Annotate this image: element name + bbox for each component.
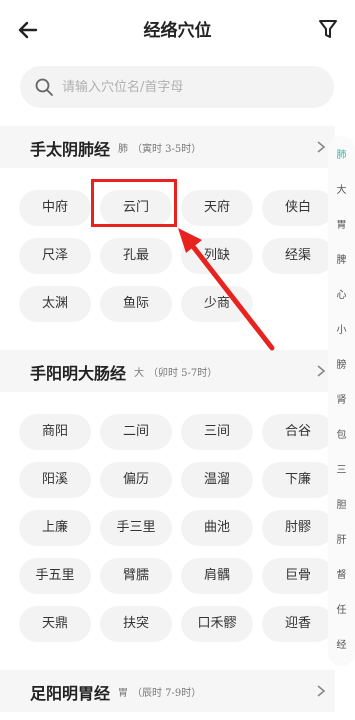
point-chip[interactable]: 经渠 bbox=[262, 238, 334, 274]
point-chip[interactable]: 扶突 bbox=[100, 606, 172, 642]
index-item[interactable]: 包 bbox=[328, 426, 355, 441]
index-item[interactable]: 胃 bbox=[328, 216, 355, 231]
point-chip[interactable]: 侠白 bbox=[262, 190, 334, 226]
point-chip[interactable]: 巨骨 bbox=[262, 558, 334, 594]
point-chip[interactable]: 合谷 bbox=[262, 414, 334, 450]
point-chip[interactable]: 温溜 bbox=[181, 462, 253, 498]
index-item[interactable]: 经 bbox=[328, 636, 355, 651]
index-item[interactable]: 膀 bbox=[328, 356, 355, 371]
section-short: 肺 bbox=[118, 144, 128, 155]
chevron-right-icon bbox=[317, 365, 326, 377]
point-chip[interactable]: 三间 bbox=[181, 414, 253, 450]
index-item[interactable]: 大 bbox=[328, 181, 355, 196]
point-chip[interactable]: 列缺 bbox=[181, 238, 253, 274]
section-title: 足阳明胃经 bbox=[30, 684, 111, 703]
point-chip[interactable]: 手三里 bbox=[100, 510, 172, 546]
index-item[interactable]: 心 bbox=[328, 286, 355, 301]
index-item[interactable]: 督 bbox=[328, 566, 355, 581]
point-chip[interactable]: 曲池 bbox=[181, 510, 253, 546]
section-header-stomach[interactable]: 足阳明胃经 胃 （辰时 7-9时） bbox=[0, 670, 335, 712]
point-chip[interactable]: 阳溪 bbox=[19, 462, 91, 498]
section-header-large-intestine[interactable]: 手阳明大肠经 大 （卯时 5-7时） bbox=[0, 350, 335, 392]
section-header-lung[interactable]: 手太阴肺经 肺 （寅时 3-5时） bbox=[0, 126, 335, 168]
point-chip[interactable]: 迎香 bbox=[262, 606, 334, 642]
index-bar[interactable]: 肺 大 胃 脾 心 小 膀 肾 包 三 胆 肝 督 任 经 bbox=[328, 136, 355, 666]
filter-icon bbox=[319, 20, 337, 38]
point-chip[interactable]: 上廉 bbox=[19, 510, 91, 546]
search-bar[interactable] bbox=[20, 66, 334, 108]
index-item[interactable]: 小 bbox=[328, 321, 355, 336]
point-chip[interactable]: 少商 bbox=[181, 286, 253, 322]
section-time: （寅时 3-5时） bbox=[132, 144, 202, 155]
point-chip[interactable]: 臂臑 bbox=[100, 558, 172, 594]
index-item[interactable]: 胆 bbox=[328, 496, 355, 511]
point-chip[interactable]: 中府 bbox=[19, 190, 91, 226]
index-item[interactable]: 三 bbox=[328, 461, 355, 476]
chevron-right-icon bbox=[317, 685, 326, 697]
section-title: 手阳明大肠经 bbox=[30, 364, 127, 383]
point-chip[interactable]: 孔最 bbox=[100, 238, 172, 274]
section-title: 手太阴肺经 bbox=[30, 140, 111, 159]
search-icon bbox=[35, 78, 53, 96]
section-short: 大 bbox=[134, 368, 144, 379]
section-short: 胃 bbox=[118, 688, 128, 699]
point-chip[interactable]: 天府 bbox=[181, 190, 253, 226]
section-time: （辰时 7-9时） bbox=[132, 688, 202, 699]
point-chip[interactable]: 二间 bbox=[100, 414, 172, 450]
point-chip[interactable]: 商阳 bbox=[19, 414, 91, 450]
point-chip[interactable]: 下廉 bbox=[262, 462, 334, 498]
page-title: 经络穴位 bbox=[143, 21, 212, 41]
index-item[interactable]: 肝 bbox=[328, 531, 355, 546]
index-item[interactable]: 脾 bbox=[328, 251, 355, 266]
index-item[interactable]: 肺 bbox=[328, 146, 355, 161]
highlight-box bbox=[91, 179, 177, 227]
search-input[interactable] bbox=[62, 66, 322, 108]
index-item[interactable]: 任 bbox=[328, 601, 355, 616]
index-item[interactable]: 肾 bbox=[328, 391, 355, 406]
chevron-right-icon bbox=[317, 141, 326, 153]
point-chip[interactable]: 鱼际 bbox=[100, 286, 172, 322]
section-time: （卯时 5-7时） bbox=[148, 368, 218, 379]
app-header: 经络穴位 bbox=[0, 0, 355, 58]
point-chip[interactable]: 天鼎 bbox=[19, 606, 91, 642]
point-chip[interactable]: 太渊 bbox=[19, 286, 91, 322]
point-chip[interactable]: 尺泽 bbox=[19, 238, 91, 274]
point-chip[interactable]: 偏历 bbox=[100, 462, 172, 498]
filter-button[interactable] bbox=[317, 17, 339, 41]
point-chip[interactable]: 肘髎 bbox=[262, 510, 334, 546]
point-chip[interactable]: 肩髃 bbox=[181, 558, 253, 594]
point-chip[interactable]: 手五里 bbox=[19, 558, 91, 594]
point-chip[interactable]: 口禾髎 bbox=[181, 606, 253, 642]
